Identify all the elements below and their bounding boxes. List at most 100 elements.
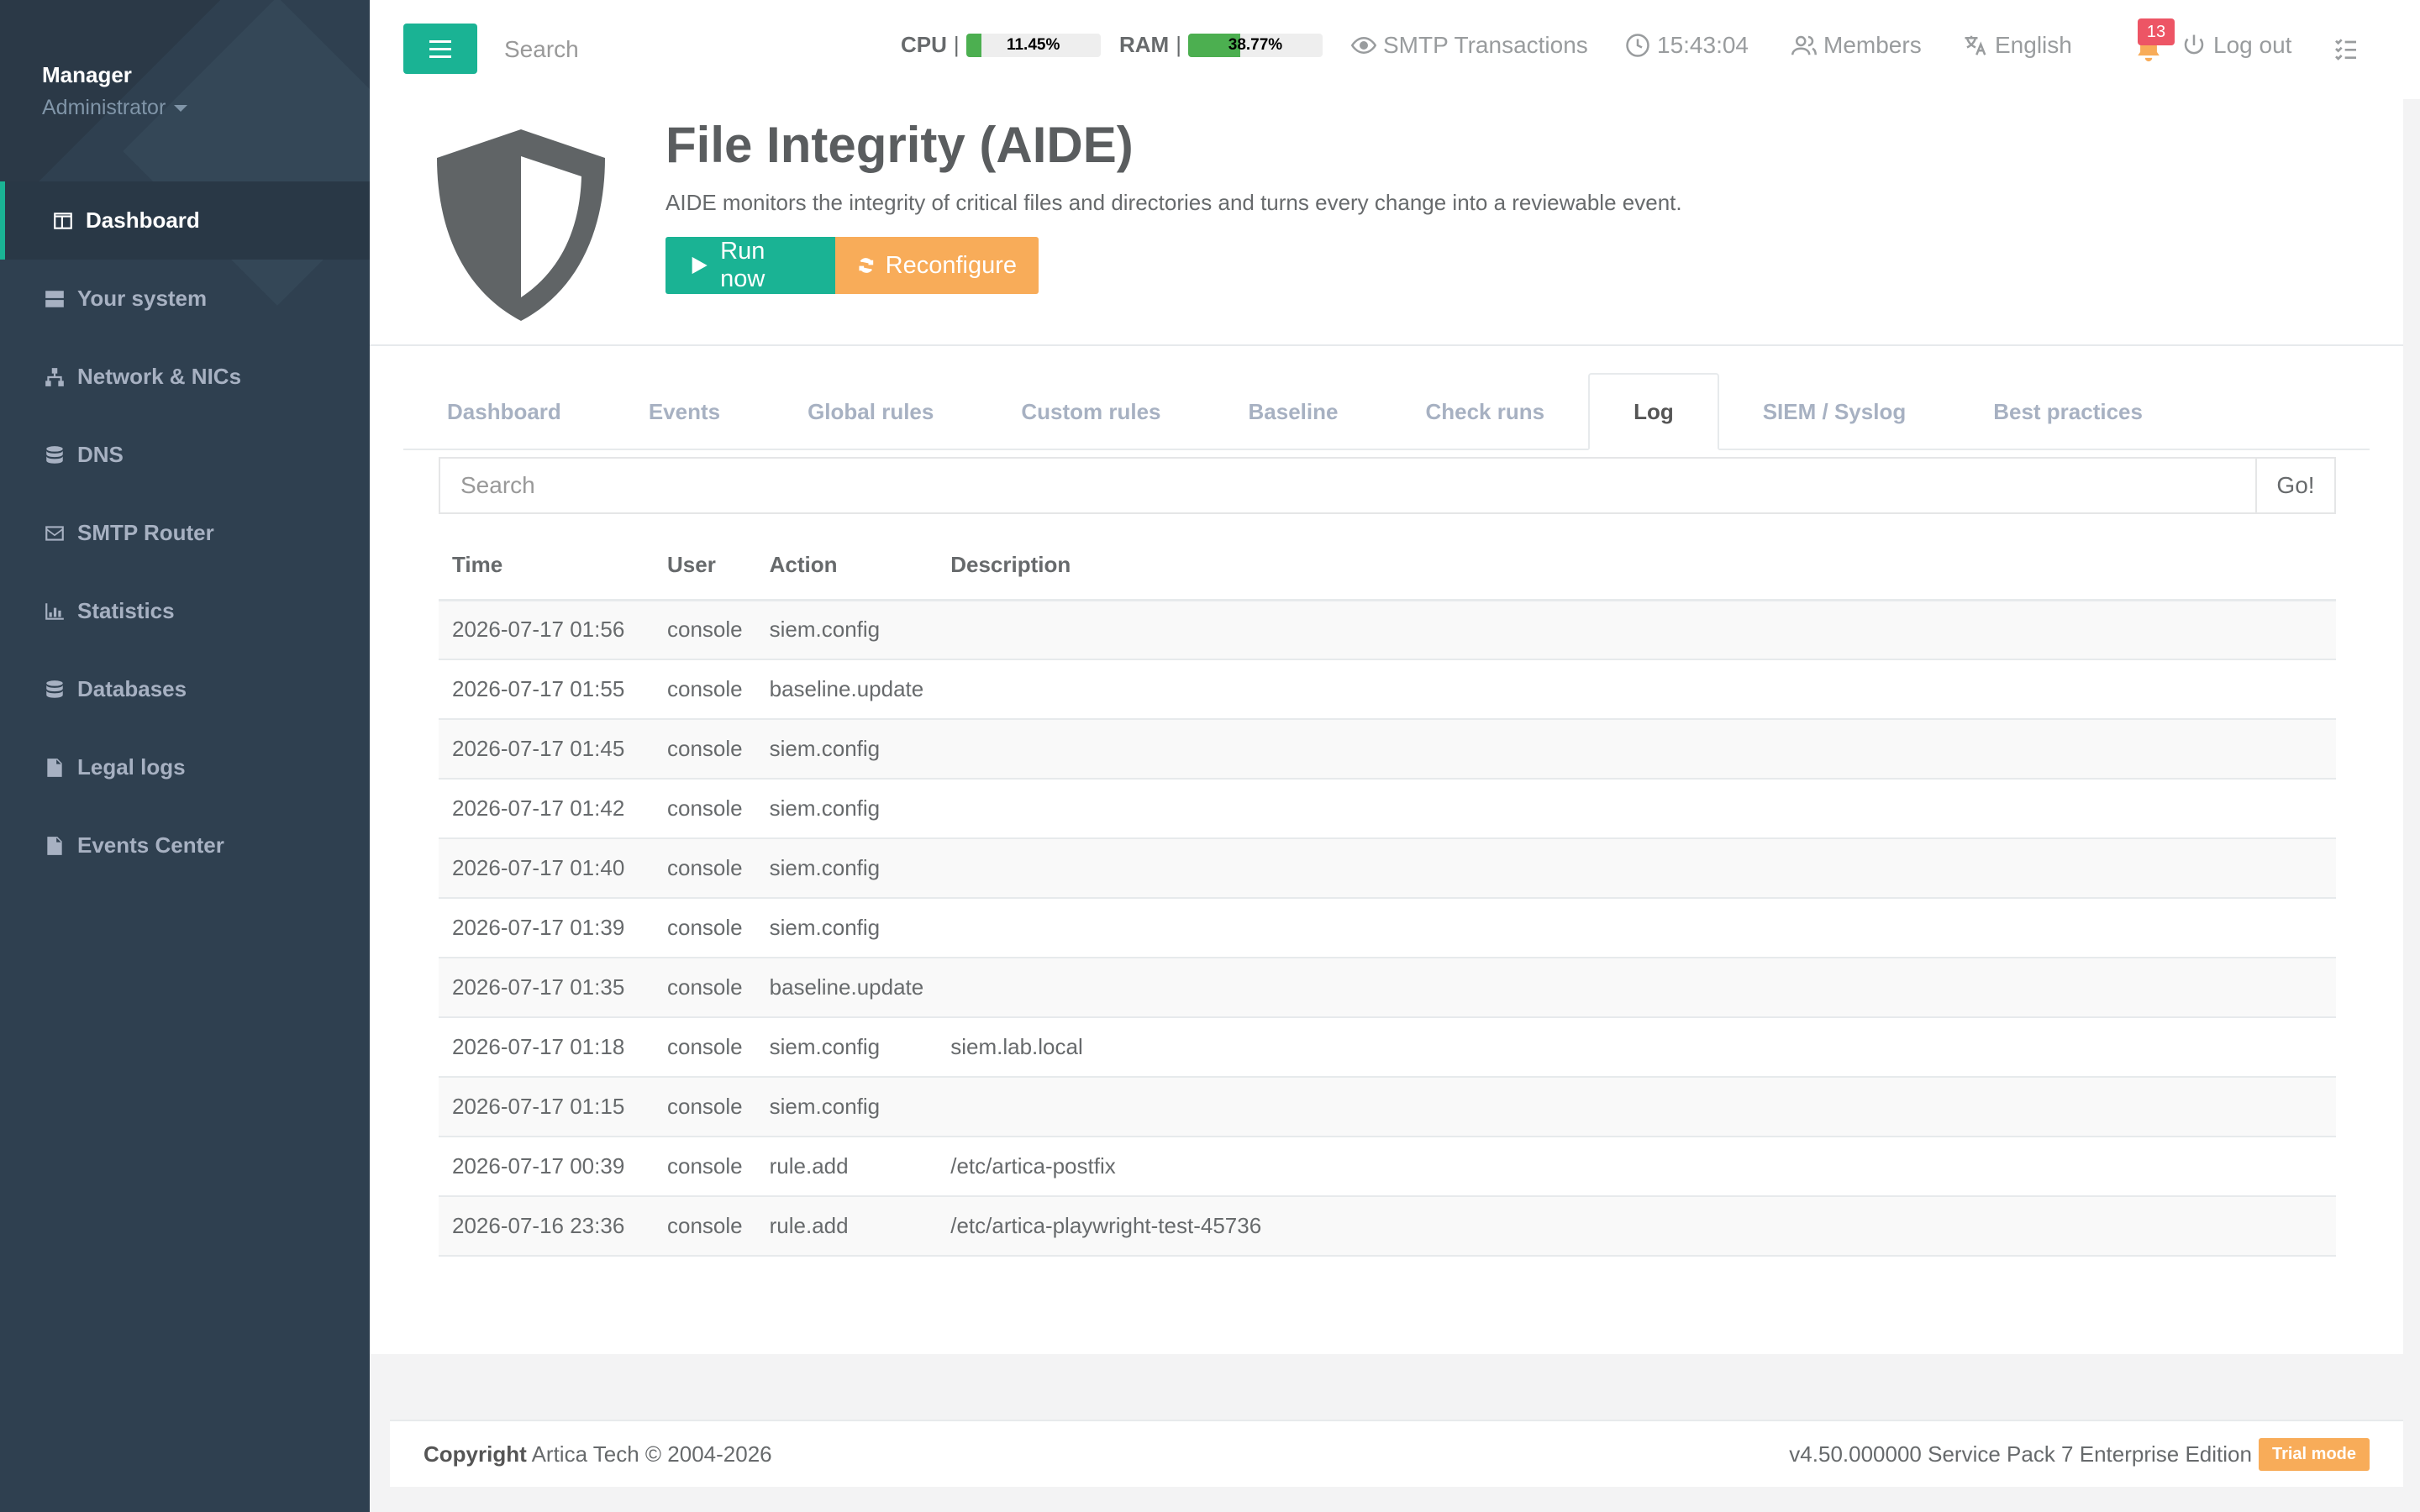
- tab-dashboard[interactable]: Dashboard: [403, 373, 605, 450]
- notifications-button[interactable]: 13: [2126, 18, 2176, 74]
- cpu-label: CPU: [901, 32, 947, 57]
- sidebar-item-events-center[interactable]: Events Center: [0, 806, 370, 885]
- translate-icon: [1965, 35, 1986, 55]
- tab-bar: Dashboard Events Global rules Custom rul…: [403, 373, 2370, 450]
- sidebar-item-label: Your system: [77, 286, 208, 311]
- cell-user: console: [654, 958, 756, 1018]
- column-header-action: Action: [755, 531, 938, 601]
- page-title: File Integrity (AIDE): [666, 117, 1134, 173]
- power-icon: [2184, 34, 2204, 55]
- cell-description: [937, 659, 2336, 720]
- hamburger-icon: [429, 38, 451, 60]
- smtp-transactions-link[interactable]: SMTP Transactions: [1351, 32, 1588, 59]
- tab-global-rules[interactable]: Global rules: [764, 373, 977, 450]
- table-row[interactable]: 2026-07-17 01:18 console siem.config siem.l…: [439, 1017, 2336, 1078]
- top-navbar: CPU | 11.45% RAM | 38.77% SMTP Transacti…: [370, 0, 2420, 99]
- tab-best-practices[interactable]: Best practices: [1949, 373, 2186, 450]
- cell-description: [937, 779, 2336, 839]
- cell-user: console: [654, 1137, 756, 1197]
- version-info: v4.50.000000 Service Pack 7 Enterprise E…: [1789, 1437, 2370, 1471]
- clock: 15:43:04: [1625, 32, 1749, 59]
- run-now-label: Run now: [720, 238, 765, 292]
- table-row[interactable]: 2026-07-17 00:39 console rule.add/etc/arti…: [439, 1137, 2336, 1197]
- sitemap-icon: [45, 367, 64, 386]
- sidebar-item-label: Databases: [77, 676, 187, 701]
- cell-action: siem.config: [755, 1017, 938, 1078]
- sidebar-item-label: Dashboard: [86, 207, 200, 233]
- main-content: Dashboard Events Global rules Custom rul…: [370, 346, 2403, 1354]
- table-row[interactable]: 2026-07-17 01:45 console siem.config: [439, 719, 2336, 780]
- cell-description: /etc/artica-postfix: [937, 1137, 2336, 1197]
- table-row[interactable]: 2026-07-17 01:40 console siem.config: [439, 838, 2336, 899]
- sidebar-item-dashboard[interactable]: Dashboard: [0, 181, 370, 260]
- cell-time: 2026-07-17 01:18: [439, 1017, 654, 1078]
- cell-user: console: [654, 898, 756, 958]
- play-icon: [692, 256, 708, 275]
- table-row[interactable]: 2026-07-17 01:39 console siem.config: [439, 898, 2336, 958]
- members-label: Members: [1823, 32, 1922, 58]
- page-header: File Integrity (AIDE) AIDE monitors the …: [370, 99, 2403, 346]
- sidebar-item-smtp-router[interactable]: SMTP Router: [0, 494, 370, 572]
- cell-user: console: [654, 779, 756, 839]
- log-search-bar: Go!: [439, 457, 2336, 514]
- tab-events[interactable]: Events: [605, 373, 764, 450]
- sidebar-item-dns[interactable]: DNS: [0, 416, 370, 494]
- file-icon: [47, 836, 62, 855]
- table-row[interactable]: 2026-07-17 01:55 console baseline.update: [439, 659, 2336, 720]
- tab-check-runs[interactable]: Check runs: [1381, 373, 1588, 450]
- sidebar-item-network[interactable]: Network & NICs: [0, 338, 370, 416]
- database-icon: [46, 680, 63, 698]
- cell-description: [937, 958, 2336, 1018]
- members-link[interactable]: Members: [1791, 32, 1922, 59]
- menu-toggle-button[interactable]: [403, 24, 477, 74]
- sidebar-item-databases[interactable]: Databases: [0, 650, 370, 728]
- cell-action: siem.config: [755, 838, 938, 899]
- go-button[interactable]: Go!: [2255, 457, 2336, 514]
- cell-time: 2026-07-17 01:45: [439, 719, 654, 780]
- cell-time: 2026-07-17 01:55: [439, 659, 654, 720]
- clock-icon: [1626, 34, 1649, 57]
- cpu-meter: CPU | 11.45%: [901, 32, 1101, 58]
- tab-custom-rules[interactable]: Custom rules: [977, 373, 1204, 450]
- smtp-transactions-label: SMTP Transactions: [1383, 32, 1588, 58]
- sidebar-item-legal-logs[interactable]: Legal logs: [0, 728, 370, 806]
- column-header-user: User: [654, 531, 756, 601]
- reconfigure-label: Reconfigure: [885, 251, 1017, 279]
- table-row[interactable]: 2026-07-17 01:15 console siem.config: [439, 1077, 2336, 1137]
- refresh-icon: [859, 258, 874, 273]
- tab-siem-syslog[interactable]: SIEM / Syslog: [1719, 373, 1950, 450]
- copyright-label: Copyright: [424, 1441, 527, 1467]
- ram-separator: |: [1176, 32, 1181, 57]
- tasks-list-icon[interactable]: [2333, 35, 2360, 62]
- table-row[interactable]: 2026-07-16 23:36 console rule.add/etc/arti…: [439, 1196, 2336, 1257]
- tab-log[interactable]: Log: [1588, 373, 1719, 450]
- sidebar-item-label: Legal logs: [77, 754, 186, 780]
- table-row[interactable]: 2026-07-17 01:56 console siem.config: [439, 600, 2336, 660]
- language-selector[interactable]: English: [1963, 32, 2072, 59]
- top-search-input[interactable]: [504, 30, 773, 69]
- trial-mode-badge: Trial mode: [2258, 1437, 2370, 1471]
- tab-baseline[interactable]: Baseline: [1205, 373, 1382, 450]
- logout-link[interactable]: Log out: [2181, 32, 2291, 59]
- shield-icon: [437, 129, 605, 321]
- log-table: Time User Action Description 2026-07-17 …: [439, 531, 2336, 1257]
- cell-time: 2026-07-17 01:35: [439, 958, 654, 1018]
- profile-role-dropdown[interactable]: Administrator: [42, 96, 188, 120]
- reconfigure-button[interactable]: Reconfigure: [835, 237, 1039, 294]
- log-search-input[interactable]: [439, 457, 2255, 514]
- table-row[interactable]: 2026-07-17 01:35 console baseline.update: [439, 958, 2336, 1018]
- envelope-icon: [45, 525, 64, 541]
- run-now-button[interactable]: Run now: [666, 237, 835, 294]
- sidebar-item-statistics[interactable]: Statistics: [0, 572, 370, 650]
- table-row[interactable]: 2026-07-17 01:42 console siem.config: [439, 779, 2336, 839]
- copyright: Copyright Artica Tech © 2004-2026: [424, 1441, 772, 1467]
- cell-description: [937, 1077, 2336, 1137]
- sidebar-item-label: Network & NICs: [77, 364, 242, 389]
- copyright-text: Artica Tech © 2004-2026: [531, 1441, 772, 1467]
- ram-label: RAM: [1119, 32, 1170, 57]
- sidebar-item-your-system[interactable]: Your system: [0, 260, 370, 338]
- cell-description: siem.lab.local: [937, 1017, 2336, 1078]
- sidebar-item-label: SMTP Router: [77, 520, 214, 545]
- cell-time: 2026-07-17 01:42: [439, 779, 654, 839]
- cpu-progress-bar: 11.45%: [965, 33, 1101, 57]
